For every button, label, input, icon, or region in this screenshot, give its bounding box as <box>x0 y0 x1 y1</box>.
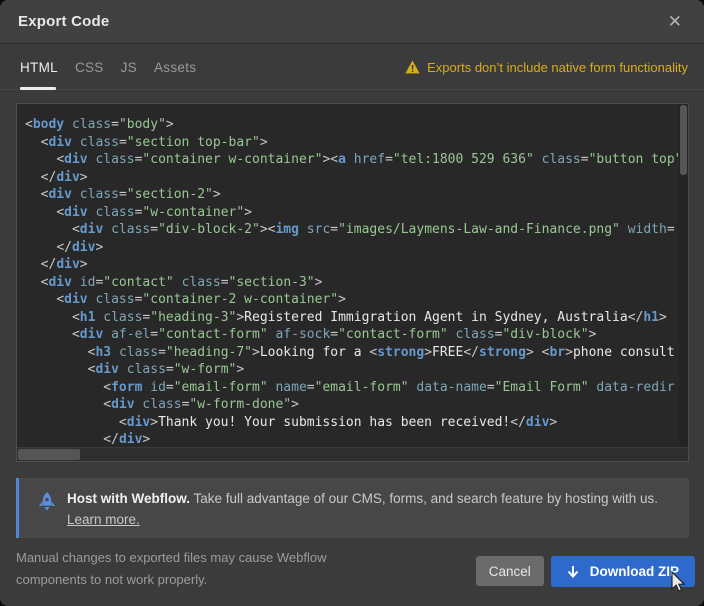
host-with-webflow-banner: Host with Webflow. Take full advantage o… <box>16 478 689 538</box>
form-warning: Exports don’t include native form functi… <box>405 60 688 75</box>
tab-js[interactable]: JS <box>121 45 137 89</box>
vertical-scrollbar[interactable] <box>679 104 688 449</box>
footer-buttons: Cancel Download ZIP <box>476 556 695 587</box>
close-icon[interactable]: ✕ <box>664 11 686 32</box>
export-code-dialog: Export Code ✕ HTML CSS JS Assets Exports… <box>0 0 704 606</box>
warning-triangle-icon <box>405 60 420 74</box>
download-icon <box>567 565 579 579</box>
dialog-title: Export Code <box>18 13 109 30</box>
rocket-icon <box>36 491 58 515</box>
footer-note-line2: components to not work properly. <box>16 569 326 591</box>
download-zip-button[interactable]: Download ZIP <box>551 556 695 587</box>
dialog-titlebar: Export Code ✕ <box>0 0 704 44</box>
tab-html[interactable]: HTML <box>20 45 58 89</box>
tabs: HTML CSS JS Assets <box>20 45 196 89</box>
vertical-scrollbar-thumb[interactable] <box>680 105 687 175</box>
footer-note-line1: Manual changes to exported files may cau… <box>16 547 326 569</box>
banner-text-body: Take full advantage of our CMS, forms, a… <box>190 491 658 506</box>
tab-bar: HTML CSS JS Assets Exports don’t include… <box>0 45 704 90</box>
tab-assets[interactable]: Assets <box>154 45 196 89</box>
horizontal-scrollbar[interactable] <box>17 447 688 461</box>
warning-text: Exports don’t include native form functi… <box>427 60 688 75</box>
banner-text-bold: Host with Webflow. <box>67 491 190 506</box>
banner-text: Host with Webflow. Take full advantage o… <box>67 488 658 530</box>
cancel-button[interactable]: Cancel <box>476 556 544 586</box>
learn-more-link[interactable]: Learn more. <box>67 512 140 527</box>
footer-note: Manual changes to exported files may cau… <box>16 547 326 591</box>
download-zip-label: Download ZIP <box>590 564 679 579</box>
code-viewer[interactable]: <body class="body"> <div class="section … <box>16 103 689 462</box>
code-content: <body class="body"> <div class="section … <box>17 104 688 446</box>
horizontal-scrollbar-thumb[interactable] <box>18 449 80 460</box>
tab-css[interactable]: CSS <box>75 45 104 89</box>
